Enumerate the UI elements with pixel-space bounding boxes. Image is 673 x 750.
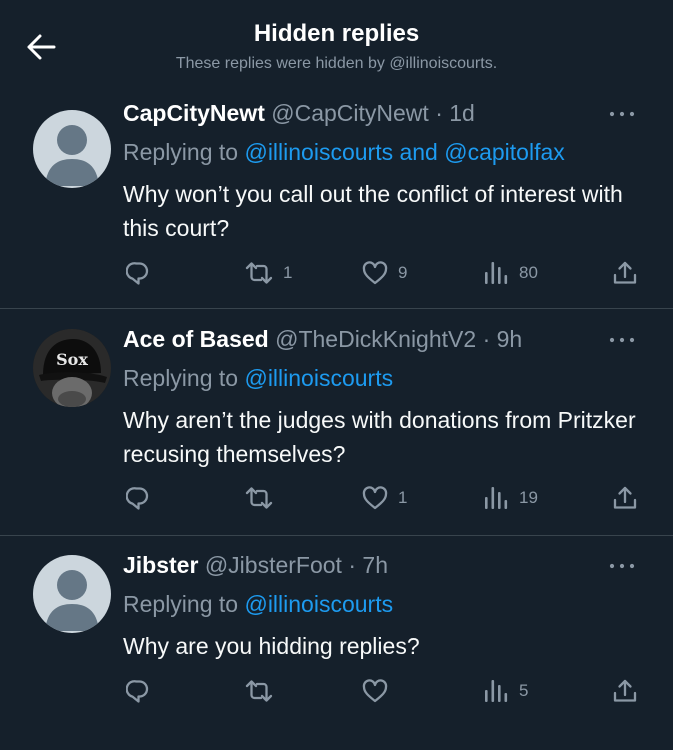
views-count: 5: [519, 681, 529, 700]
tweet-text: Why won’t you call out the conflict of i…: [123, 181, 623, 241]
header: Hidden replies These replies were hidden…: [0, 0, 673, 90]
avatar[interactable]: [33, 110, 111, 188]
share-button[interactable]: [612, 258, 638, 288]
retweet-count: 1: [283, 263, 293, 282]
like-button[interactable]: 1: [362, 483, 407, 513]
tweet-header: CapCityNewt @CapCityNewt · 1d: [123, 100, 475, 127]
like-icon: [362, 261, 388, 285]
views-count: 80: [519, 263, 538, 282]
share-button[interactable]: [612, 676, 638, 706]
timestamp[interactable]: 7h: [362, 552, 388, 578]
reply-icon: [126, 680, 149, 703]
replying-to-link[interactable]: @illinoiscourts: [244, 365, 393, 391]
like-count: 1: [398, 488, 408, 507]
replying-to: Replying to @illinoiscourts and @capitol…: [123, 139, 565, 166]
tweet-card[interactable]: Jibster @JibsterFoot · 7h Replying to @i…: [0, 536, 673, 750]
like-button[interactable]: [362, 676, 398, 706]
replying-to-label: Replying to: [123, 139, 245, 165]
like-button[interactable]: 9: [362, 258, 407, 288]
share-icon: [613, 486, 637, 509]
replying-to: Replying to @illinoiscourts: [123, 365, 393, 392]
replying-to-label: Replying to: [123, 365, 245, 391]
display-name[interactable]: CapCityNewt: [123, 100, 265, 126]
replying-to-link[interactable]: @illinoiscourts and @capitolfax: [244, 139, 564, 165]
reply-button[interactable]: [126, 483, 152, 513]
default-avatar-icon: [45, 125, 99, 186]
user-handle[interactable]: @CapCityNewt: [271, 100, 429, 126]
avatar[interactable]: [33, 555, 111, 633]
share-icon: [613, 679, 637, 702]
views-icon: [485, 680, 508, 702]
timestamp[interactable]: 9h: [497, 326, 523, 352]
user-handle[interactable]: @TheDickKnightV2: [275, 326, 476, 352]
views-count: 19: [519, 488, 538, 507]
separator: ·: [348, 552, 357, 578]
display-name[interactable]: Ace of Based: [123, 326, 269, 352]
retweet-icon: [245, 487, 273, 509]
display-name[interactable]: Jibster: [123, 552, 198, 578]
separator: ·: [482, 326, 491, 352]
retweet-icon: [245, 262, 273, 284]
more-icon[interactable]: [609, 334, 635, 346]
views-button[interactable]: 80: [483, 258, 538, 288]
tweet-card[interactable]: CapCityNewt @CapCityNewt · 1d Replying t…: [0, 88, 673, 309]
views-icon: [485, 262, 508, 284]
more-icon[interactable]: [609, 560, 635, 572]
photo-avatar-sox-cap-icon: Sox: [33, 329, 111, 407]
action-bar: 1 19: [0, 483, 673, 513]
avatar[interactable]: Sox: [33, 329, 111, 407]
views-button[interactable]: 5: [483, 676, 528, 706]
replying-to: Replying to @illinoiscourts: [123, 591, 393, 618]
reply-button[interactable]: [126, 676, 152, 706]
retweet-icon: [245, 680, 273, 702]
views-button[interactable]: 19: [483, 483, 538, 513]
tweet-header: Jibster @JibsterFoot · 7h: [123, 552, 388, 579]
tweet-text: Why are you hidding replies?: [123, 633, 420, 659]
replying-to-label: Replying to: [123, 591, 245, 617]
separator: ·: [435, 100, 443, 126]
action-bar: 5: [0, 676, 673, 706]
action-bar: 1 9 80: [0, 258, 673, 288]
share-button[interactable]: [612, 483, 638, 513]
page-title: Hidden replies: [253, 20, 420, 47]
more-icon[interactable]: [609, 108, 635, 120]
tweet-card[interactable]: Sox Ace of Based @TheDickKnightV2 · 9h R…: [0, 309, 673, 536]
reply-icon: [126, 487, 149, 510]
like-icon: [362, 486, 388, 510]
default-avatar-icon: [45, 570, 99, 631]
reply-icon: [126, 262, 149, 285]
like-count: 9: [398, 263, 408, 282]
retweet-button[interactable]: [245, 676, 283, 706]
page-subtitle: These replies were hidden by @illinoisco…: [175, 55, 498, 72]
user-handle[interactable]: @JibsterFoot: [205, 552, 342, 578]
retweet-button[interactable]: [245, 483, 283, 513]
tweet-text: Why aren’t the judges with donations fro…: [123, 407, 636, 467]
retweet-button[interactable]: 1: [245, 258, 292, 288]
like-icon: [362, 679, 388, 703]
tweet-header: Ace of Based @TheDickKnightV2 · 9h: [123, 326, 522, 353]
replying-to-link[interactable]: @illinoiscourts: [244, 591, 393, 617]
views-icon: [485, 487, 508, 509]
svg-text:Sox: Sox: [56, 350, 88, 369]
timestamp[interactable]: 1d: [449, 100, 475, 126]
share-icon: [613, 261, 637, 284]
reply-button[interactable]: [126, 258, 152, 288]
